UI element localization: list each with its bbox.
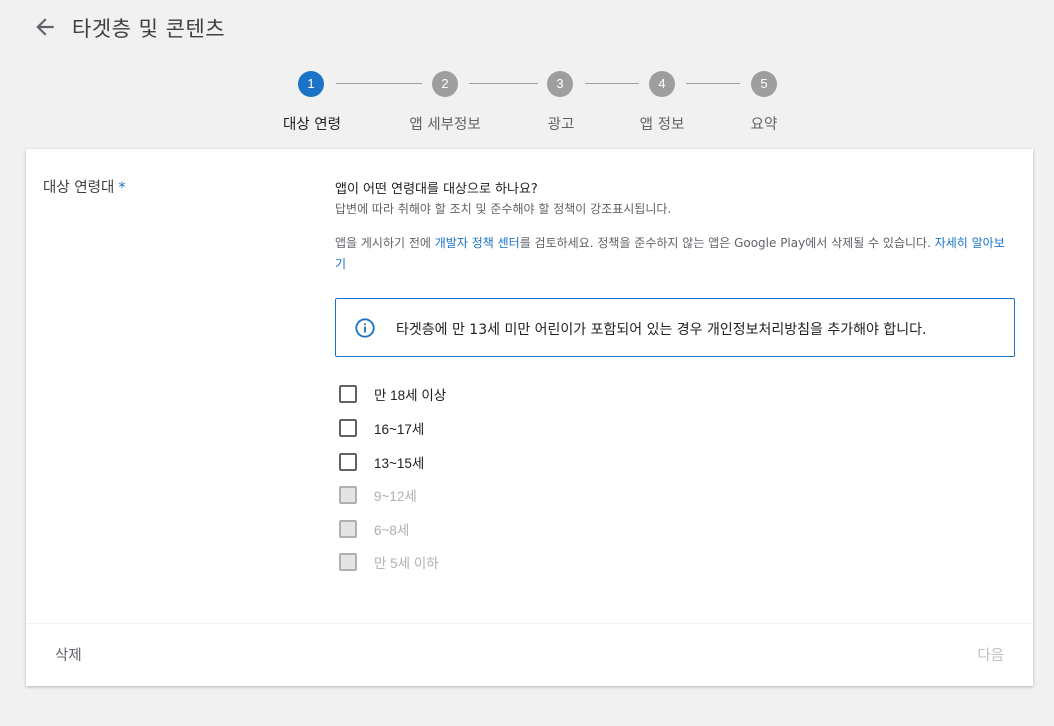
form-card: 대상 연령대 * 앱이 어떤 연령대를 대상으로 하나요? 답변에 따라 취해야 … [26,149,1033,686]
question-subtext: 답변에 따라 취해야 할 조치 및 준수해야 할 정책이 강조표시됩니다. [335,202,672,216]
age-option-label: 9~12세 [374,489,417,504]
step-connector [469,83,538,84]
checkbox[interactable] [339,453,357,471]
delete-button[interactable]: 삭제 [55,644,82,665]
checkbox[interactable] [339,419,357,437]
step-2-circle: 2 [432,71,458,97]
stepper [0,70,1054,140]
age-option-label: 만 5세 이하 [374,556,439,571]
checkbox [339,486,357,504]
step-4-label: 앱 정보 [639,117,685,133]
info-banner: 타겟층에 만 13세 미만 어린이가 포함되어 있는 경우 개인정보처리방침을 … [335,298,1015,357]
policy-text-2: 를 검토하세요. 정책을 준수하지 않는 앱은 Google Play에서 삭제… [519,236,935,250]
field-label: 대상 연령대 * [43,176,126,197]
checkbox[interactable] [339,385,357,403]
step-1-circle: 1 [298,71,324,97]
age-option-16-17[interactable]: 16~17세 [339,417,639,439]
step-3-label: 광고 [547,117,575,133]
age-option-5-under: 만 5세 이하 [339,551,639,573]
page-title: 타겟층 및 콘텐츠 [72,17,226,41]
age-option-label: 6~8세 [374,523,410,538]
page-header: 타겟층 및 콘텐츠 [0,0,1054,56]
question-text: 앱이 어떤 연령대를 대상으로 하나요? [335,182,538,197]
step-connector [336,83,422,84]
next-button[interactable]: 다음 [977,644,1004,665]
policy-text: 앱을 게시하기 전에 개발자 정책 센터를 검토하세요. 정책을 준수하지 않는… [335,233,1015,275]
age-option-label: 만 18세 이상 [374,388,447,403]
step-5-circle: 5 [751,71,777,97]
step-connector [585,83,639,84]
required-mark: * [118,180,126,196]
arrow-left-icon[interactable] [32,14,58,40]
step-2-label: 앱 세부정보 [409,117,481,133]
developer-policy-center-link[interactable]: 개발자 정책 센터 [435,236,520,250]
info-banner-text: 타겟층에 만 13세 미만 어린이가 포함되어 있는 경우 개인정보처리방침을 … [396,322,927,338]
checkbox [339,520,357,538]
age-option-13-15[interactable]: 13~15세 [339,451,639,473]
age-option-6-8: 6~8세 [339,518,639,540]
age-option-label: 13~15세 [374,456,425,471]
step-1-label: 대상 연령 [283,117,341,133]
card-divider [26,623,1033,624]
checkbox [339,553,357,571]
age-option-label: 16~17세 [374,422,425,437]
step-connector [686,83,740,84]
age-option-9-12: 9~12세 [339,484,639,506]
step-5-label: 요약 [750,117,778,133]
step-4-circle: 4 [649,71,675,97]
info-icon [355,318,375,338]
field-label-text: 대상 연령대 [43,180,115,196]
policy-text-1: 앱을 게시하기 전에 [335,236,435,250]
age-option-18-plus[interactable]: 만 18세 이상 [339,383,639,405]
step-3-circle: 3 [547,71,573,97]
